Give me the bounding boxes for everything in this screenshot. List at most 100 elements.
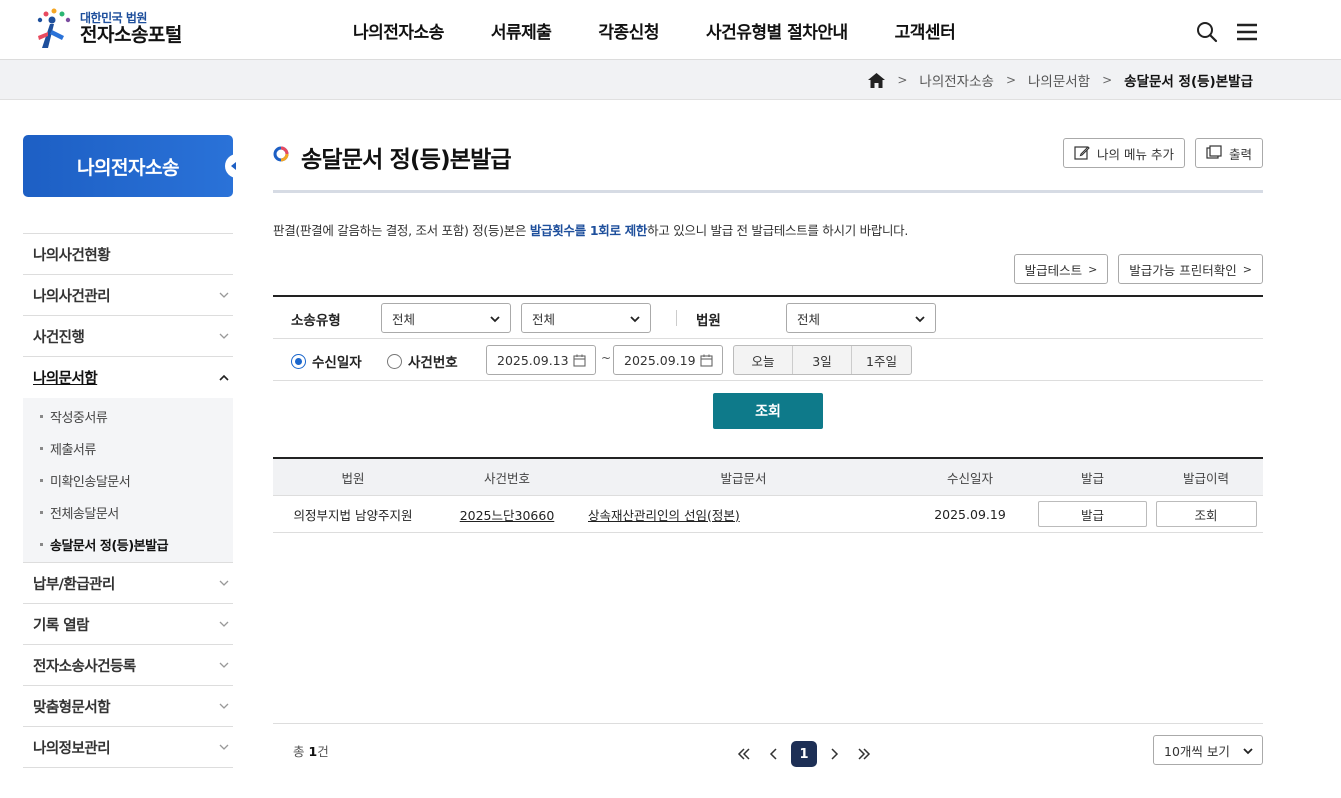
radio-received-date[interactable]: 수신일자 <box>291 351 362 371</box>
cell-court: 의정부지법 남양주지원 <box>293 507 413 523</box>
col-document: 발급문서 <box>720 470 767 486</box>
search-submit-button[interactable]: 조회 <box>713 393 823 429</box>
sidebar-item-case-status[interactable]: 나의사건현황 <box>23 234 233 275</box>
next-page-icon[interactable] <box>821 741 847 767</box>
radio-case-number[interactable]: 사건번호 <box>387 351 458 371</box>
history-view-button[interactable]: 조회 <box>1155 501 1257 527</box>
cell-document-link[interactable]: 상속재산관리인의 선임(정본) <box>581 505 906 524</box>
cell-case-number-link[interactable]: 2025느단30660 <box>433 505 581 524</box>
lawsuit-subtype-select[interactable]: 전체 <box>521 303 651 333</box>
nav-applications[interactable]: 각종신청 <box>598 18 659 43</box>
submenu-item-submitted[interactable]: 제출서류 <box>23 432 233 464</box>
breadcrumb-item[interactable]: 나의문서함 <box>1028 70 1090 90</box>
search-row-date: 수신일자 사건번호 2025.09.13 ~ 2025.09.19 오늘 3일 … <box>273 339 1263 381</box>
period-today-button[interactable]: 오늘 <box>734 346 793 374</box>
chevron-up-icon <box>219 374 229 381</box>
issue-test-button[interactable]: 발급테스트 > <box>1013 254 1109 284</box>
submenu-item-drafts[interactable]: 작성중서류 <box>23 400 233 432</box>
date-range-separator: ~ <box>601 351 612 365</box>
first-page-icon[interactable] <box>731 741 757 767</box>
sidebar-item-my-documents[interactable]: 나의문서함 <box>23 357 233 398</box>
radio-unchecked-icon <box>387 353 402 369</box>
period-3days-button[interactable]: 3일 <box>793 346 852 374</box>
chevron-right-icon: > <box>1242 262 1252 276</box>
sidebar-collapse-handle[interactable] <box>225 154 239 178</box>
sidebar-item-case-manage[interactable]: 나의사건관리 <box>23 275 233 316</box>
sidebar-item-case-progress[interactable]: 사건진행 <box>23 316 233 357</box>
breadcrumb-bar: > 나의전자소송 > 나의문서함 > 송달문서 정(등)본발급 <box>0 60 1341 100</box>
submenu-item-certified-copy[interactable]: 송달문서 정(등)본발급 <box>23 528 233 560</box>
total-count: 총 1건 <box>293 744 329 759</box>
sidebar-item-case-register[interactable]: 전자소송사건등록 <box>23 645 233 686</box>
chevron-down-icon <box>219 703 229 709</box>
breadcrumb-current: 송달문서 정(등)본발급 <box>1124 74 1253 90</box>
submenu-item-all-served[interactable]: 전체송달문서 <box>23 496 233 528</box>
sidebar-title-text: 나의전자소송 <box>77 156 179 179</box>
print-button[interactable]: 출력 <box>1194 138 1263 168</box>
table-row: 의정부지법 남양주지원 2025느단30660 상속재산관리인의 선임(정본) … <box>273 496 1263 533</box>
cell-received-date: 2025.09.19 <box>934 506 1006 522</box>
page-size-select[interactable]: 10개씩 보기 <box>1153 735 1263 765</box>
edit-icon <box>1074 146 1090 160</box>
search-row-type: 소송유형 전체 전체 법원 전체 <box>273 297 1263 339</box>
lawsuit-type-label: 소송유형 <box>291 313 341 329</box>
chevron-down-icon <box>219 744 229 750</box>
chevron-down-icon <box>219 580 229 586</box>
breadcrumb-separator: > <box>1005 73 1016 87</box>
lawsuit-type-select[interactable]: 전체 <box>381 303 511 333</box>
site-logo[interactable]: 대한민국 법원 전자소송포털 <box>28 6 182 52</box>
col-case-number: 사건번호 <box>483 470 530 486</box>
sidebar-submenu: 작성중서류 제출서류 미확인송달문서 전체송달문서 송달문서 정(등)본발급 <box>23 398 233 563</box>
chevron-right-icon: > <box>1088 262 1098 276</box>
print-label: 출력 <box>1228 146 1252 162</box>
sidebar-item-my-info[interactable]: 나의정보관리 <box>23 727 233 768</box>
menu-icon[interactable] <box>1235 20 1259 44</box>
sidebar-item-record-view[interactable]: 기록 열람 <box>23 604 233 645</box>
court-select[interactable]: 전체 <box>786 303 936 333</box>
nav-procedure-guide[interactable]: 사건유형별 절차안내 <box>706 18 848 43</box>
sidebar-item-custom-docs[interactable]: 맞춤형문서함 <box>23 686 233 727</box>
breadcrumb-separator: > <box>897 73 908 87</box>
col-received-date: 수신일자 <box>946 470 993 486</box>
lawsuit-subtype-value: 전체 <box>532 311 556 327</box>
check-printer-button[interactable]: 발급가능 프린터확인 > <box>1118 254 1263 284</box>
sidebar-item-label: 납부/환급관리 <box>33 576 115 593</box>
nav-customer-center[interactable]: 고객센터 <box>895 18 956 43</box>
logo-title: 전자소송포털 <box>80 24 182 47</box>
last-page-icon[interactable] <box>851 741 877 767</box>
search-form: 소송유형 전체 전체 법원 전체 수신일자 사건번호 2025.09.13 ~ … <box>273 295 1263 381</box>
pagination: 1 <box>731 741 881 767</box>
nav-submit-docs[interactable]: 서류제출 <box>491 18 552 43</box>
breadcrumb-separator: > <box>1102 73 1113 87</box>
calendar-icon[interactable] <box>573 354 586 367</box>
sidebar-item-label: 나의정보관리 <box>33 740 111 757</box>
date-from-value: 2025.09.13 <box>497 352 569 368</box>
breadcrumb: > 나의전자소송 > 나의문서함 > 송달문서 정(등)본발급 <box>868 60 1253 100</box>
date-to-input[interactable]: 2025.09.19 <box>613 345 723 375</box>
submenu-item-unread-served[interactable]: 미확인송달문서 <box>23 464 233 496</box>
breadcrumb-item[interactable]: 나의전자소송 <box>919 70 994 90</box>
issue-button[interactable]: 발급 <box>1038 501 1147 527</box>
page-header: 송달문서 정(등)본발급 나의 메뉴 추가 출력 <box>273 130 1263 193</box>
nav-my-ecourt[interactable]: 나의전자소송 <box>353 18 444 43</box>
radio-received-date-label: 수신일자 <box>312 355 362 371</box>
sidebar-item-label: 사건진행 <box>33 329 85 346</box>
divider <box>676 310 677 326</box>
chevron-down-icon <box>1243 748 1253 755</box>
print-icon <box>1206 145 1222 159</box>
period-button-group: 오늘 3일 1주일 <box>733 345 912 375</box>
calendar-icon[interactable] <box>700 354 713 367</box>
prev-page-icon[interactable] <box>761 741 787 767</box>
search-icon[interactable] <box>1195 20 1219 44</box>
add-my-menu-button[interactable]: 나의 메뉴 추가 <box>1063 138 1185 168</box>
page-number-current[interactable]: 1 <box>791 741 817 767</box>
date-from-input[interactable]: 2025.09.13 <box>486 345 596 375</box>
sidebar-item-payment[interactable]: 납부/환급관리 <box>23 563 233 604</box>
check-printer-label: 발급가능 프린터확인 <box>1129 262 1237 278</box>
home-icon[interactable] <box>868 72 886 88</box>
chevron-down-icon <box>219 621 229 627</box>
page-title: 송달문서 정(등)본발급 <box>301 147 512 173</box>
global-nav: 나의전자소송 서류제출 각종신청 사건유형별 절차안내 고객센터 <box>353 18 1002 43</box>
radio-case-number-label: 사건번호 <box>408 355 458 371</box>
period-1week-button[interactable]: 1주일 <box>852 346 911 374</box>
